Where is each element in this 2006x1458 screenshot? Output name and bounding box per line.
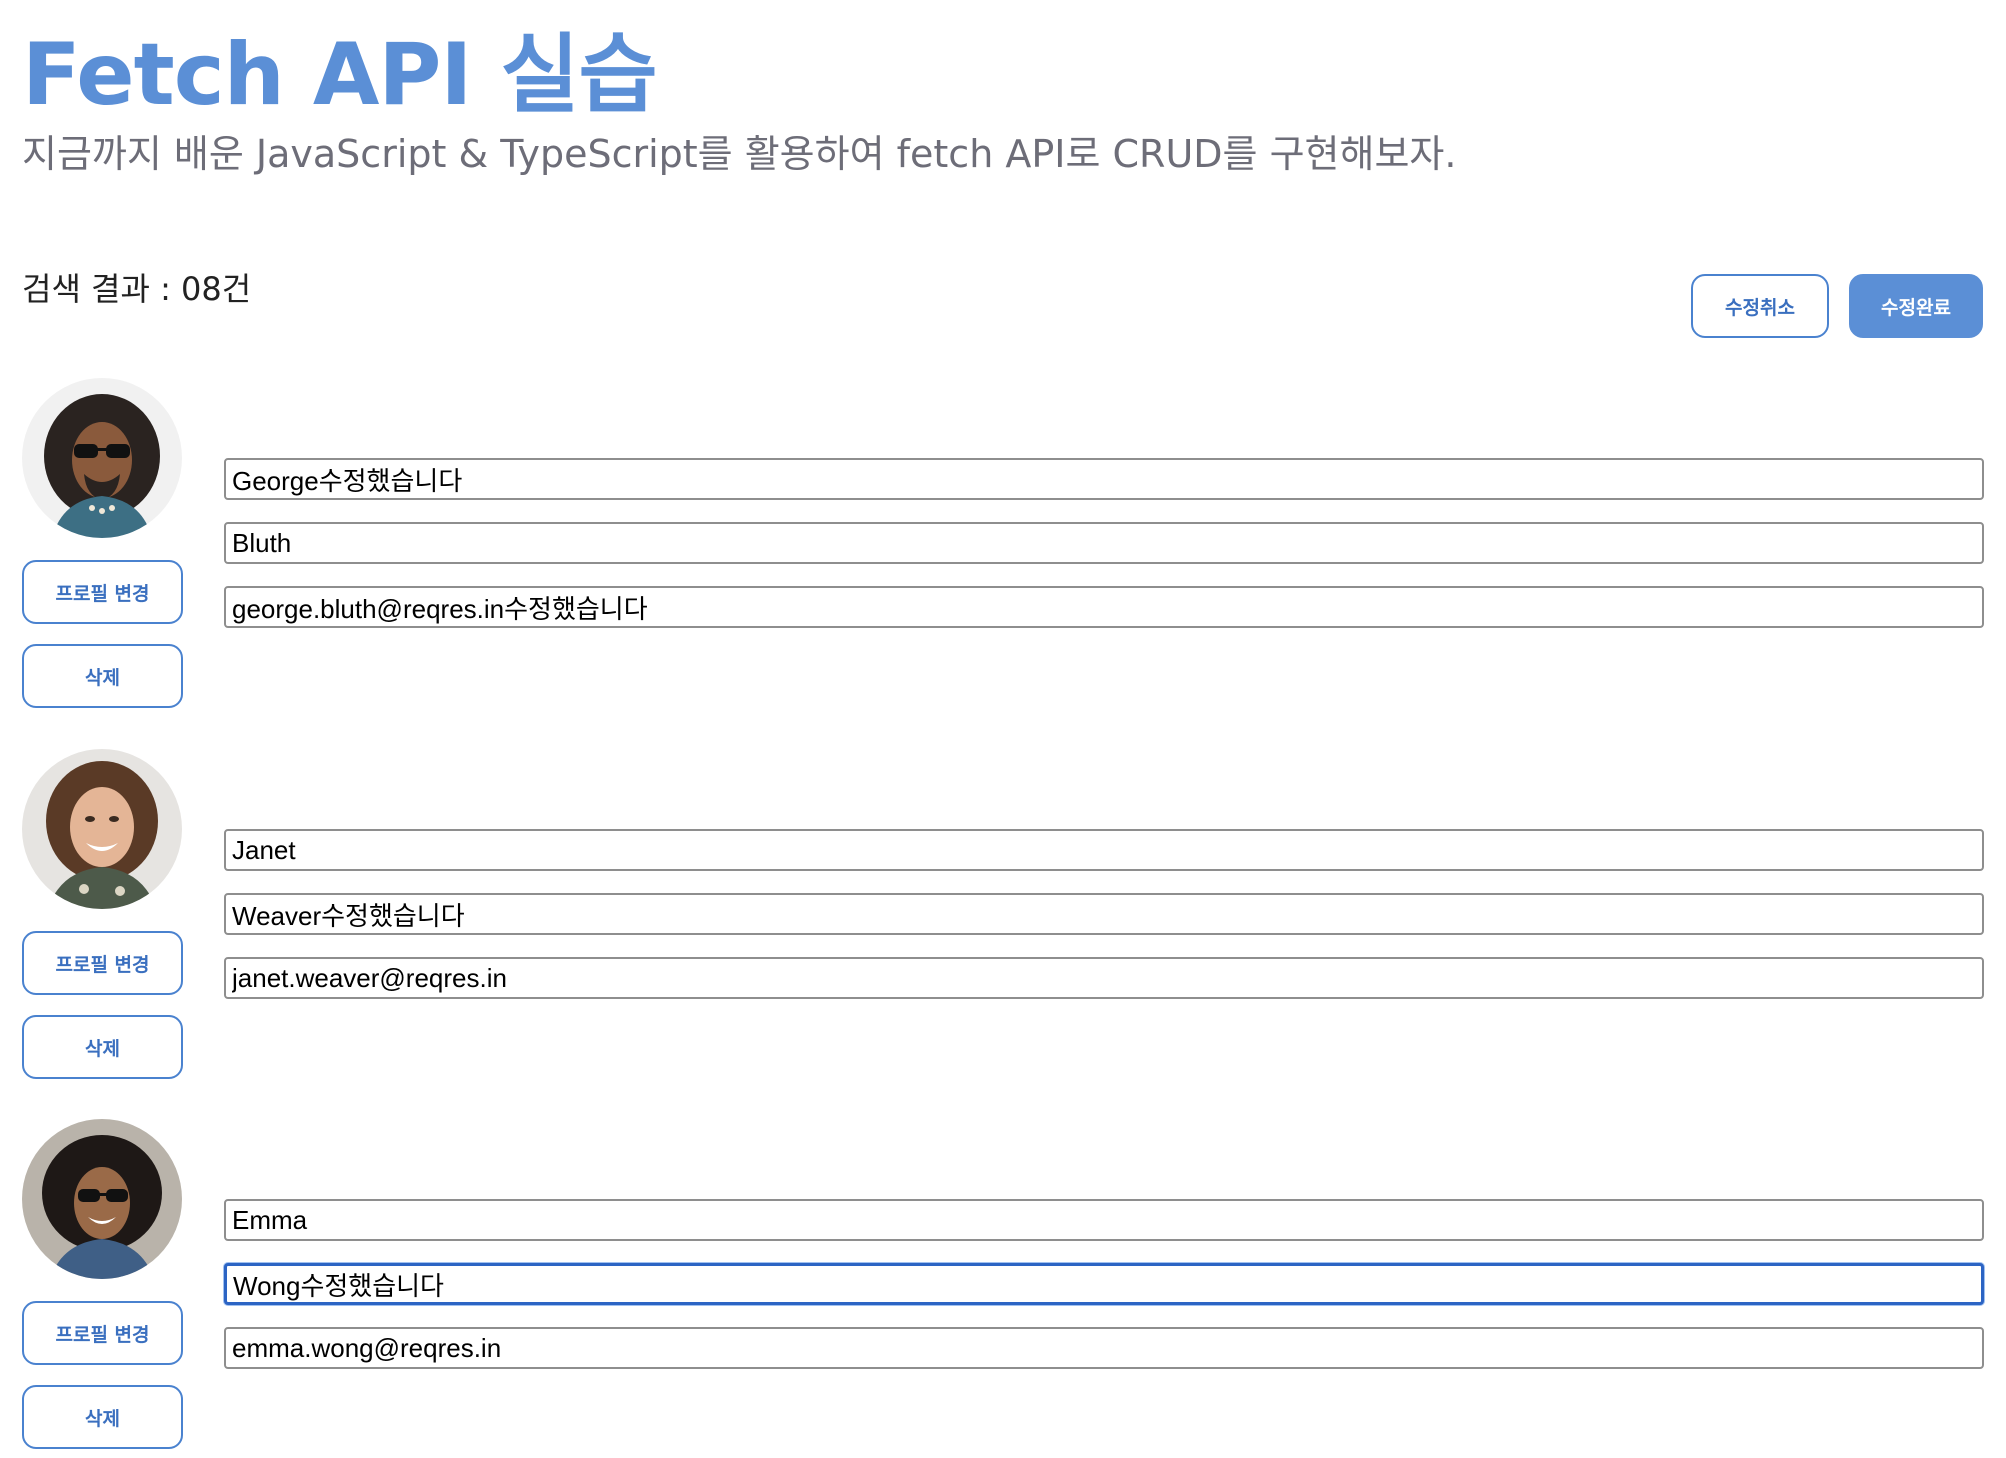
last-name-input[interactable] [224,1263,1984,1305]
last-name-input[interactable] [224,893,1984,935]
first-name-input[interactable] [224,458,1984,500]
page: Fetch API 실습 지금까지 배운 JavaScript & TypeSc… [0,0,2006,1458]
change-profile-button[interactable]: 프로필 변경 [22,1301,183,1365]
change-profile-button[interactable]: 프로필 변경 [22,560,183,624]
avatar [22,749,182,909]
result-count: 검색 결과 : 08건 [22,270,252,308]
user-card: 프로필 변경 삭제 [0,749,2006,1099]
delete-button[interactable]: 삭제 [22,1015,183,1079]
last-name-input[interactable] [224,522,1984,564]
change-profile-button[interactable]: 프로필 변경 [22,931,183,995]
email-input[interactable] [224,957,1984,999]
email-input[interactable] [224,586,1984,628]
complete-edit-button[interactable]: 수정완료 [1849,274,1983,338]
avatar [22,378,182,538]
first-name-input[interactable] [224,829,1984,871]
user-card: 프로필 변경 삭제 [0,378,2006,728]
avatar [22,1119,182,1279]
page-title: Fetch API 실습 [22,25,658,125]
first-name-input[interactable] [224,1199,1984,1241]
email-input[interactable] [224,1327,1984,1369]
user-card: 프로필 변경 삭제 [0,1119,2006,1458]
page-subtitle: 지금까지 배운 JavaScript & TypeScript를 활용하여 fe… [22,132,1457,176]
delete-button[interactable]: 삭제 [22,1385,183,1449]
delete-button[interactable]: 삭제 [22,644,183,708]
cancel-edit-button[interactable]: 수정취소 [1691,274,1829,338]
